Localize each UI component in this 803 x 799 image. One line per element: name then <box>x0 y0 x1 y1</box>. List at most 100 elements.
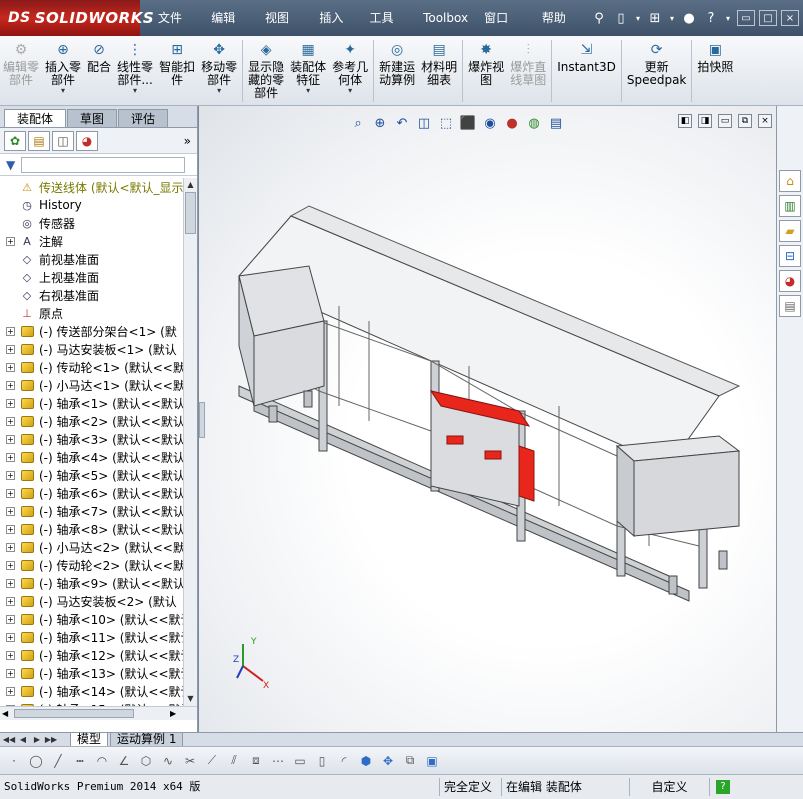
centerline-icon[interactable]: ┅ <box>70 751 90 771</box>
tree-part-node[interactable]: + (-) 轴承<1> (默认<<默认 <box>0 394 183 412</box>
ribbon-button-edit-part[interactable]: ⚙ 编辑零 部件 <box>0 40 42 87</box>
dropdown-arrow-icon[interactable]: ▾ <box>348 87 352 95</box>
feature-manager-icon[interactable]: ✿ <box>4 130 26 151</box>
tree-node[interactable]: ◇ 上视基准面 <box>0 268 183 286</box>
tab-motion-study[interactable]: 运动算例 1 <box>110 732 184 747</box>
tab-assembly[interactable]: 装配体 <box>4 109 67 127</box>
expand-icon[interactable]: + <box>6 344 15 354</box>
tree-part-node[interactable]: + (-) 轴承<10> (默认<<默认 <box>0 610 183 628</box>
expand-icon[interactable]: + <box>6 236 15 246</box>
tree-part-node[interactable]: + (-) 轴承<12> (默认<<默认 <box>0 646 183 664</box>
ribbon-button-linear-pattern[interactable]: ⋮ 线性零 部件... ▾ <box>114 40 156 95</box>
menu-view[interactable]: 视图(V) <box>257 0 311 61</box>
slot-icon[interactable]: ▯ <box>312 751 332 771</box>
tree-node[interactable]: ◷ History <box>0 196 183 214</box>
scroll-up-icon[interactable]: ▲ <box>184 178 197 192</box>
next-tab-icon[interactable]: ▶ <box>30 735 44 744</box>
tree-part-node[interactable]: + (-) 轴承<6> (默认<<默认 <box>0 484 183 502</box>
hscroll-thumb[interactable] <box>14 709 134 718</box>
menu-toolbox[interactable]: Toolbox <box>415 0 476 36</box>
expand-icon[interactable]: + <box>6 326 15 336</box>
tree-horizontal-scrollbar[interactable]: ◀ ▶ <box>0 706 197 720</box>
ribbon-button-show-hidden[interactable]: ◈ 显示隐 藏的零 部件 <box>245 40 287 100</box>
tree-part-node[interactable]: + (-) 轴承<2> (默认<<默认 <box>0 412 183 430</box>
ribbon-button-mate[interactable]: ⊘ 配合 <box>84 40 114 74</box>
linear-pattern-sketch-icon[interactable]: ⋯ <box>268 751 288 771</box>
new-dropdown-icon[interactable]: ▾ <box>633 8 643 28</box>
close-button[interactable]: × <box>781 10 799 26</box>
dropdown-arrow-icon[interactable]: ▾ <box>61 87 65 95</box>
tree-part-node[interactable]: + (-) 轴承<4> (默认<<默认 <box>0 448 183 466</box>
ribbon-button-assembly-feature[interactable]: ▦ 装配体 特征 ▾ <box>287 40 329 95</box>
menu-window[interactable]: 窗口(W) <box>476 0 534 61</box>
home-icon[interactable]: ⌂ <box>779 170 801 192</box>
dropdown-arrow-icon[interactable]: ▾ <box>133 87 137 95</box>
ribbon-button-move-component[interactable]: ✥ 移动零 部件 ▾ <box>198 40 240 95</box>
ribbon-button-snapshot[interactable]: ▣ 拍快照 <box>694 40 736 74</box>
conveyor-assembly-model[interactable]: Y X Z <box>199 106 776 732</box>
scroll-right-icon[interactable]: ▶ <box>170 709 176 718</box>
view-palette-icon[interactable]: ⊟ <box>779 245 801 267</box>
tab-sketch[interactable]: 草图 <box>67 109 118 127</box>
expand-icon[interactable]: + <box>6 524 15 534</box>
tree-part-node[interactable]: + (-) 轴承<7> (默认<<默认 <box>0 502 183 520</box>
menu-tools[interactable]: 工具(T) <box>361 0 415 61</box>
help-dropdown-icon[interactable]: ▾ <box>723 8 733 28</box>
tree-part-node[interactable]: + (-) 传动轮<2> (默认<<默 <box>0 556 183 574</box>
expand-icon[interactable]: + <box>6 650 15 660</box>
expand-icon[interactable]: + <box>6 578 15 588</box>
status-units[interactable]: 自定义 <box>630 778 710 796</box>
expand-icon[interactable]: + <box>6 362 15 372</box>
ribbon-button-speedpak[interactable]: ⟳ 更新 Speedpak <box>624 40 690 87</box>
tab-evaluate[interactable]: 评估 <box>118 109 169 127</box>
expand-icon[interactable]: + <box>6 488 15 498</box>
new-document-icon[interactable]: ▯ <box>611 8 631 28</box>
help-icon[interactable]: ? <box>701 8 721 28</box>
ribbon-button-exploded-view[interactable]: ✸ 爆炸视 图 <box>465 40 507 87</box>
expand-icon[interactable]: + <box>6 632 15 642</box>
mirror-icon[interactable]: ⧈ <box>246 751 266 771</box>
dropdown-arrow-icon[interactable]: ▾ <box>217 87 221 95</box>
pushpin-icon[interactable]: ⚲ <box>589 8 609 28</box>
arc-icon[interactable]: ◠ <box>92 751 112 771</box>
convert-entities-icon[interactable]: ⧉ <box>400 751 420 771</box>
tree-part-node[interactable]: + (-) 传送部分架台<1> (默 <box>0 322 183 340</box>
tree-node[interactable]: ◇ 右视基准面 <box>0 286 183 304</box>
filter-input[interactable] <box>21 156 186 173</box>
expand-icon[interactable]: + <box>6 470 15 480</box>
more-tabs-icon[interactable]: » <box>184 134 191 148</box>
expand-icon[interactable]: + <box>6 398 15 408</box>
line-icon[interactable]: ╱ <box>48 751 68 771</box>
tree-node[interactable]: + A 注解 <box>0 232 183 250</box>
menu-insert[interactable]: 插入(I) <box>311 0 361 61</box>
angle-icon[interactable]: ∠ <box>114 751 134 771</box>
appearances-icon[interactable]: ◕ <box>779 270 801 292</box>
ribbon-button-instant3d[interactable]: ⇲ Instant3D <box>554 40 619 74</box>
traffic-light-icon[interactable]: ● <box>679 8 699 28</box>
tree-vertical-scrollbar[interactable]: ▲ ▼ <box>183 178 197 706</box>
expand-icon[interactable]: + <box>6 614 15 624</box>
circle-icon[interactable]: ◯ <box>26 751 46 771</box>
ribbon-button-explode-line-sketch[interactable]: ⫶ 爆炸直 线草图 <box>507 40 549 87</box>
expand-icon[interactable]: + <box>6 416 15 426</box>
expand-icon[interactable]: + <box>6 506 15 516</box>
extend-icon[interactable]: ⟋ <box>202 751 222 771</box>
expand-icon[interactable]: + <box>6 380 15 390</box>
point-icon[interactable]: · <box>4 751 24 771</box>
offset-icon[interactable]: ⫽ <box>224 751 244 771</box>
minimize-button[interactable]: ▭ <box>737 10 755 26</box>
tree-part-node[interactable]: + (-) 传动轮<1> (默认<<默 <box>0 358 183 376</box>
scroll-thumb[interactable] <box>185 192 196 234</box>
tree-part-node[interactable]: + (-) 轴承<3> (默认<<默认 <box>0 430 183 448</box>
expand-icon[interactable]: + <box>6 668 15 678</box>
scroll-down-icon[interactable]: ▼ <box>184 692 197 706</box>
file-explorer-icon[interactable]: ▰ <box>779 220 801 242</box>
expand-icon[interactable]: + <box>6 596 15 606</box>
menu-help[interactable]: 帮助(H) <box>534 0 589 61</box>
tree-part-node[interactable]: + (-) 轴承<13> (默认<<默认 <box>0 664 183 682</box>
trim-icon[interactable]: ✂ <box>180 751 200 771</box>
filter-icon[interactable]: ▼ <box>6 158 15 172</box>
tree-node[interactable]: ◎ 传感器 <box>0 214 183 232</box>
configuration-manager-icon[interactable]: ◫ <box>52 130 74 151</box>
ribbon-button-reference-geometry[interactable]: ✦ 参考几 何体 ▾ <box>329 40 371 95</box>
